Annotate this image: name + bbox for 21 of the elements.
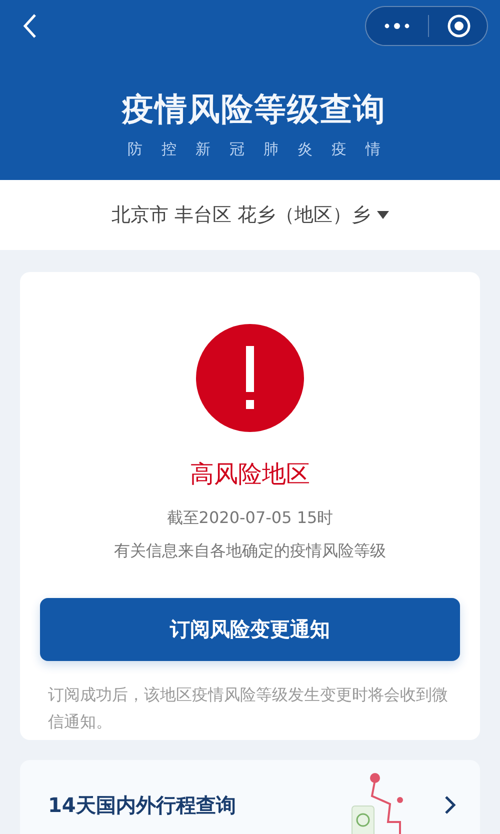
subscribe-button[interactable]: 订阅风险变更通知 (40, 598, 460, 661)
update-time: 截至2020-07-05 15时 (166, 508, 334, 529)
chevron-right-icon[interactable] (444, 795, 456, 815)
caret-icon[interactable] (376, 211, 389, 219)
subtitle-character: 情 (366, 140, 380, 159)
subscribe-note: 订阅成功后，该地区疫情风险等级发生变更时将会收到微信通知。 (48, 684, 449, 733)
subtitle-character: 新 (196, 140, 210, 159)
subtitle-character: 疫 (332, 140, 346, 159)
subtitle-character: 防 (128, 140, 142, 159)
subtitle-character: 炎 (298, 140, 312, 159)
trip-card[interactable]: 14天国内外行程查询 (20, 760, 480, 834)
source-note: 有关信息来自各地确定的疫情风险等级 (114, 541, 386, 562)
subtitle-character: 肺 (264, 140, 278, 159)
page-title: 疫情风险等级查询 (120, 89, 387, 130)
subtitle-character: 冠 (230, 140, 244, 159)
subtitle-character: 控 (162, 140, 176, 159)
risk-level: 高风险地区 (190, 459, 310, 490)
more-icon[interactable] (384, 22, 410, 30)
back-icon[interactable] (22, 13, 38, 39)
location-selector[interactable]: 北京市 丰台区 花乡（地区）乡 (111, 202, 371, 228)
trip-title: 14天国内外行程查询 (48, 792, 237, 818)
